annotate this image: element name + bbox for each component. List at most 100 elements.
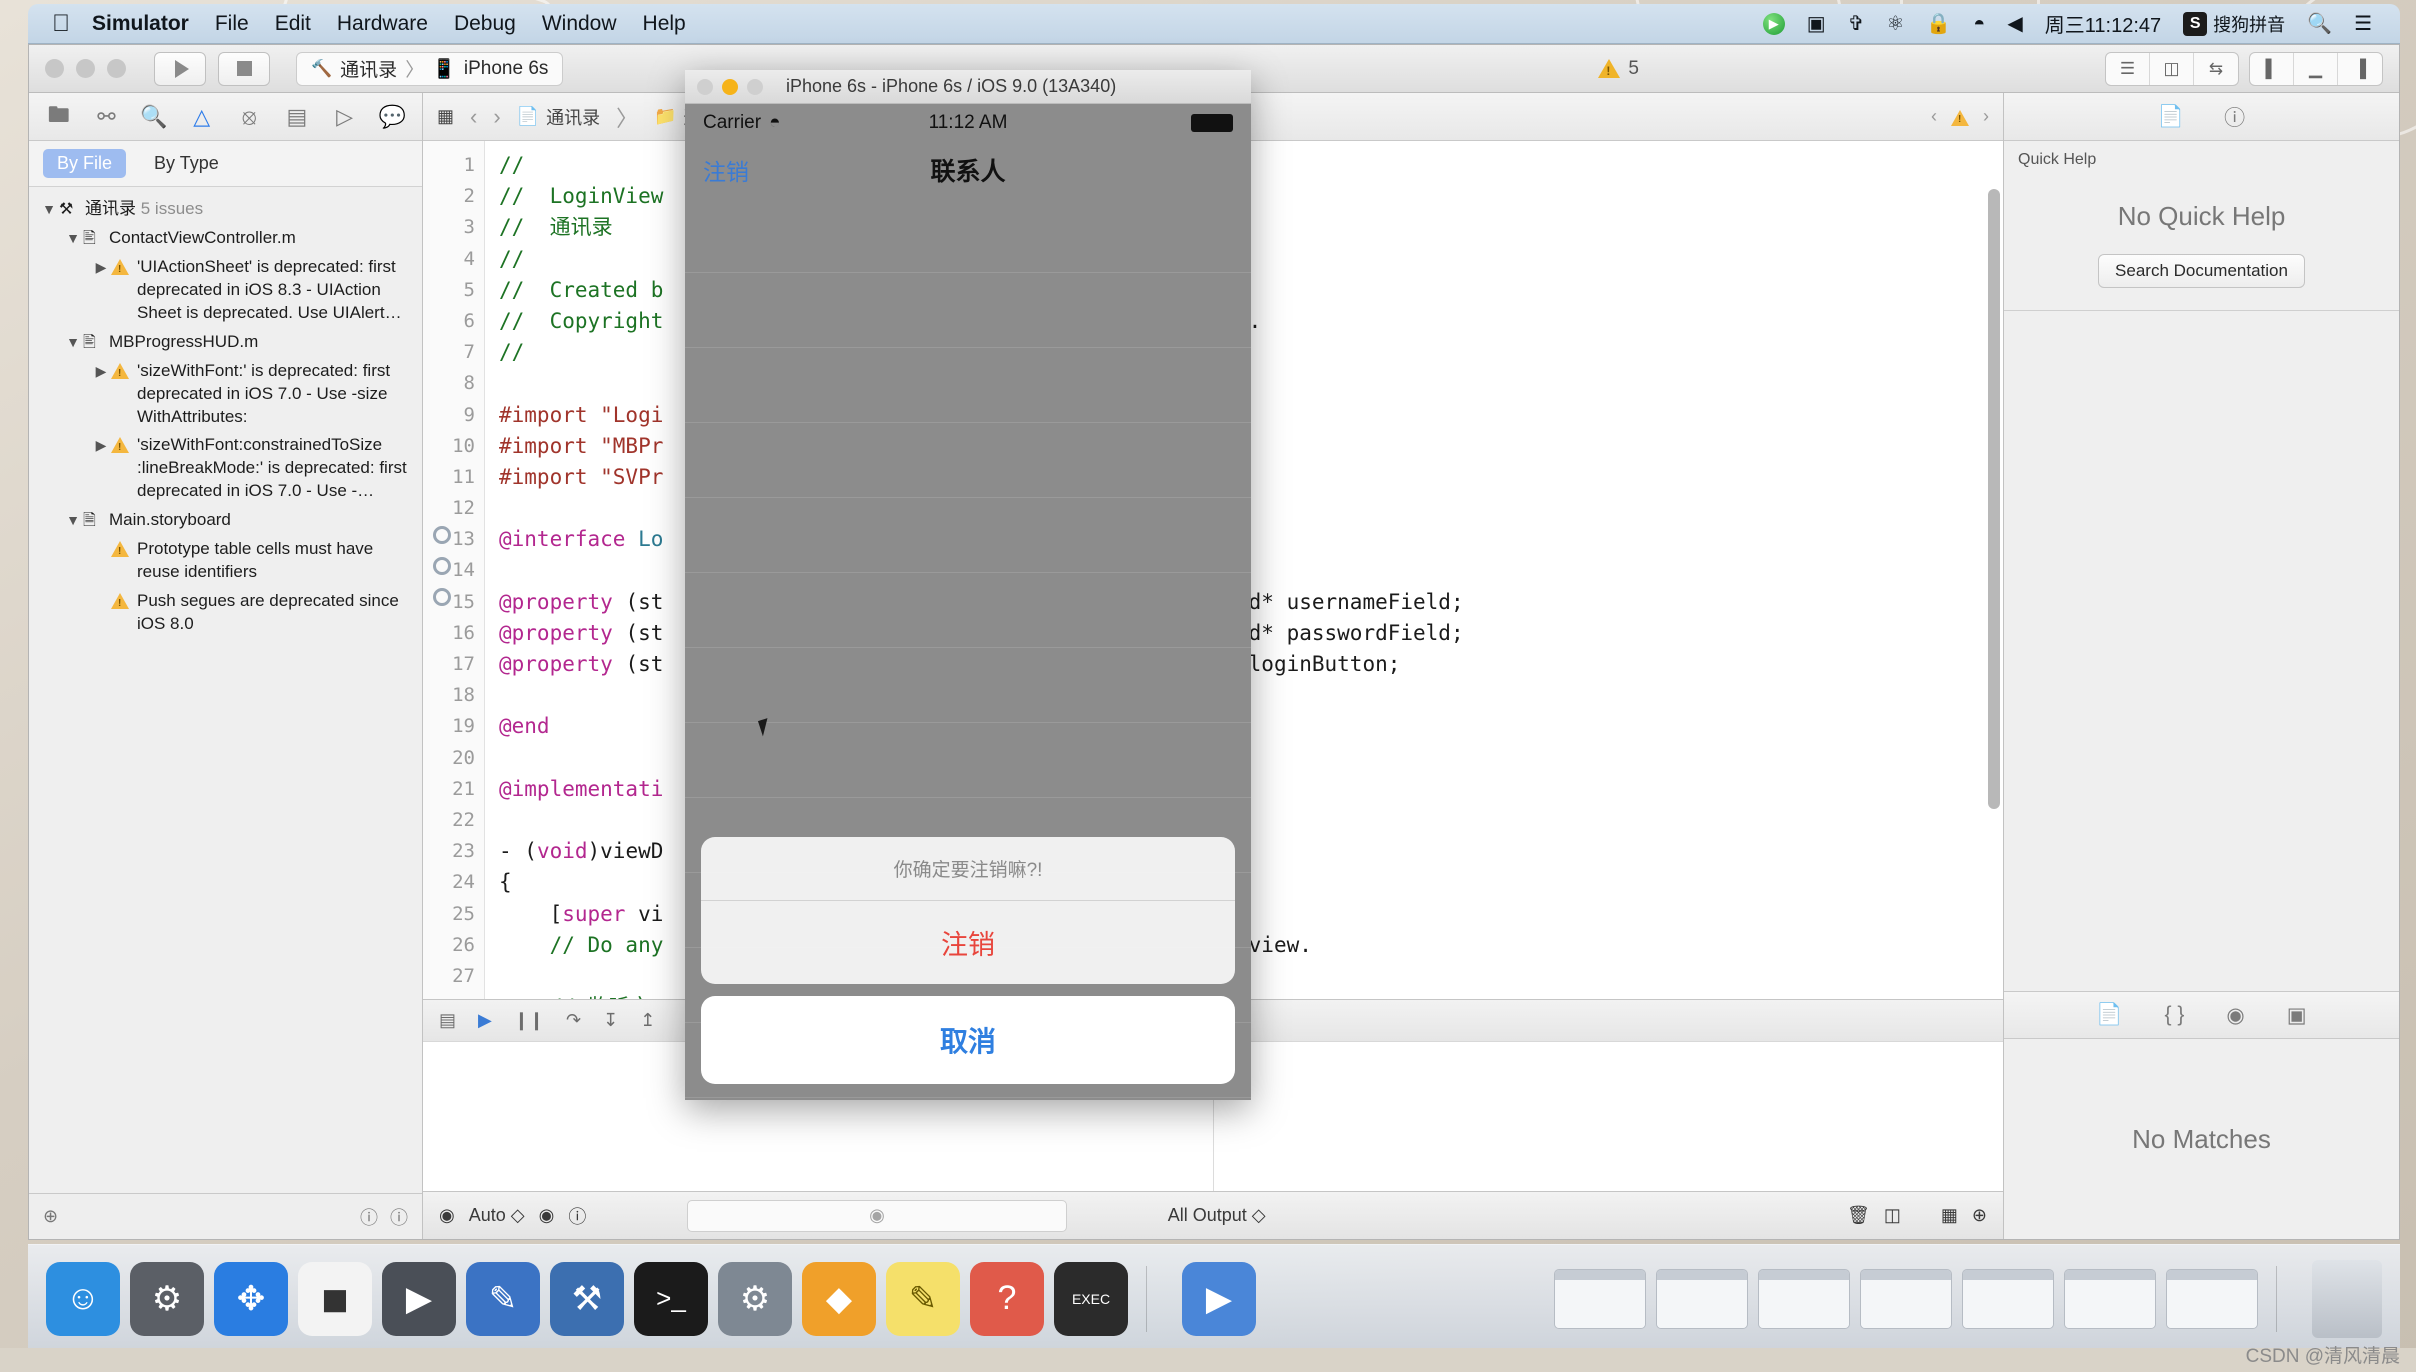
find-navigator-tab[interactable]: 🔍 [130,97,178,137]
media-library-icon[interactable]: ▣ [2287,1003,2307,1028]
input-method-indicator[interactable]: S 搜狗拼音 [2183,11,2285,37]
pause-icon[interactable]: ❙❙ [514,1010,544,1031]
action-sheet-cancel-button[interactable]: 取消 [701,996,1235,1084]
minimized-window[interactable] [1860,1268,1952,1329]
table-row[interactable] [685,723,1251,798]
notes-icon[interactable]: ✎ [886,1261,960,1336]
table-row[interactable] [685,573,1251,648]
hide-debug-area-icon[interactable]: ▤ [439,1010,456,1031]
action-sheet-destructive-button[interactable]: 注销 [701,901,1235,984]
exec-app-icon[interactable]: EXEC [1054,1261,1128,1336]
filter-level-icon[interactable]: ⓘ [360,1204,378,1230]
safari-icon[interactable]: ✥ [214,1261,288,1336]
split-panel-icon[interactable]: ◫ [1884,1205,1901,1226]
disclosure-triangle-icon[interactable]: ▶ [91,256,111,277]
volume-icon[interactable]: ◀ [2007,14,2022,34]
eye-icon[interactable]: ◉ [539,1205,555,1226]
filter-by-file-button[interactable]: By File [43,149,127,178]
menu-hardware[interactable]: Hardware [337,12,428,36]
issue-file-contactviewcontroller[interactable]: ▼ 🖹 ContactViewController.m [29,224,422,253]
notification-center-icon[interactable]: ☰ [2354,14,2372,34]
view-toggle-segment[interactable]: ▌ ▁ ▐ [2249,51,2383,86]
debug-navigator-tab[interactable]: ▤ [273,97,321,137]
menu-edit[interactable]: Edit [275,12,311,36]
apple-logo-icon[interactable]:  [52,11,70,36]
menu-simulator[interactable]: Simulator [92,12,189,36]
forward-button[interactable]: › [493,104,500,130]
previous-issue-button[interactable]: ‹ [1931,106,1937,127]
minimized-window[interactable] [1656,1268,1748,1329]
scheme-selector[interactable]: 🔨 通讯录 〉 📱 iPhone 6s [296,51,564,86]
debug-bottom-bar[interactable]: ◉ Auto ◇ ◉ ⓘ ◉ All Output ◇ 🗑 ◫ ▦ ⊕ [423,1191,2003,1239]
simulator-icon[interactable]: ▶ [1182,1261,1256,1336]
trash-icon[interactable] [2312,1259,2382,1338]
dock[interactable]: ☺ ⚙ ✥ ◼ ▶ ✎ ⚒ >_ ⚙ ◆ ✎ ? EXEC ▶ [28,1244,2400,1352]
code-snippet-library-icon[interactable]: { } [2165,1003,2185,1027]
step-into-icon[interactable]: ↧ [603,1010,618,1031]
filter-by-type-button[interactable]: By Type [140,149,233,178]
next-issue-button[interactable]: › [1983,106,1989,127]
assistant-editor-icon[interactable]: ◫ [2150,52,2194,85]
issue-tree[interactable]: ▼ ⚒ 通讯录 5 issues ▼ 🖹 ContactViewControll… [29,187,422,1193]
debug-console-view[interactable] [1214,1042,2004,1191]
step-out-icon[interactable]: ↥ [640,1010,655,1031]
disclosure-triangle-icon[interactable]: ▼ [63,331,83,352]
disclosure-triangle-icon[interactable]: ▶ [91,360,111,381]
table-row[interactable] [685,423,1251,498]
question-app-icon[interactable]: ? [970,1261,1044,1336]
menu-bar-clock[interactable]: 周三11:12:47 [2045,9,2161,38]
simulator-title-bar[interactable]: iPhone 6s - iPhone 6s / iOS 9.0 (13A340) [685,70,1251,104]
table-row[interactable] [685,498,1251,573]
related-items-icon[interactable]: ▦ [437,106,454,127]
navigator-bottom-bar[interactable]: ⊕ ⓘ ⓘ [29,1193,422,1239]
menu-window[interactable]: Window [542,12,617,36]
quick-help-icon[interactable]: ⓘ [2224,102,2245,132]
bluetooth-icon[interactable]: ⚛ [1886,14,1904,34]
minimized-window[interactable] [1554,1268,1646,1329]
minimized-window[interactable] [2064,1268,2156,1329]
navigator-tab-bar[interactable]: 🖿 ⚯ 🔍 △ ⦻ ▤ ▷ 💬 [29,93,422,141]
system-preferences-icon[interactable]: ⚙ [718,1261,792,1336]
auto-scope-selector[interactable]: Auto ◇ [469,1205,525,1226]
disclosure-triangle-icon[interactable]: ▼ [63,509,83,530]
trash-icon[interactable]: 🗑 [1847,1205,1870,1226]
test-navigator-tab[interactable]: ⦻ [226,97,274,137]
screen-record-icon[interactable]: ▶ [1762,12,1785,35]
menu-debug[interactable]: Debug [454,12,516,36]
video-camera-icon[interactable]: ▣ [1807,14,1826,34]
zoom-button[interactable] [747,78,763,95]
standard-editor-icon[interactable]: ☰ [2106,52,2150,85]
search-documentation-button[interactable]: Search Documentation [2098,254,2305,288]
step-over-icon[interactable]: ↷ [566,1010,581,1031]
sketchbook-icon[interactable]: ✎ [466,1261,540,1336]
disclosure-triangle-icon[interactable]: ▶ [91,434,111,455]
report-navigator-tab[interactable]: 💬 [368,97,416,137]
filter-scope-icon[interactable]: ◉ [439,1205,455,1226]
issue-file-mbprogresshud[interactable]: ▼ 🖹 MBProgressHUD.m [29,328,422,357]
close-button[interactable] [45,59,64,78]
table-row[interactable] [685,348,1251,423]
wifi-icon[interactable]: ◓ [1973,14,1985,34]
info-icon[interactable]: ⓘ [568,1203,586,1229]
disclosure-triangle-icon[interactable]: ▼ [63,227,83,248]
issue-file-mainstoryboard[interactable]: ▼ 🗎 Main.storyboard [29,506,422,535]
quicktime-icon[interactable]: ▶ [382,1261,456,1336]
minimize-button[interactable] [722,78,738,95]
issue-group-project[interactable]: ▼ ⚒ 通讯录 5 issues [29,195,422,224]
breakpoint-marker[interactable] [433,588,451,606]
close-button[interactable] [697,78,713,95]
simulator-screen[interactable]: Carrier ◓ 11:12 AM 注销 联系人 你确定要注销嘛?! 注销 取… [685,104,1251,1100]
run-button[interactable] [154,51,206,86]
dock-minimized-windows[interactable] [1554,1259,2382,1338]
breadcrumb-project[interactable]: 📄 通讯录 [517,104,600,130]
minimize-button[interactable] [76,59,95,78]
mouse-app-icon[interactable]: ◼ [298,1261,372,1336]
grid-icon[interactable]: ▦ [1941,1205,1958,1226]
issue-item[interactable]: ▶ 'UIActionSheet' is deprecated: first d… [29,253,422,328]
object-library-icon[interactable]: ◉ [2226,1003,2244,1028]
minimized-window[interactable] [1962,1268,2054,1329]
search-icon[interactable]: 🔍 [2307,14,2332,34]
variables-filter-input[interactable]: ◉ [687,1199,1068,1232]
sketch-icon[interactable]: ◆ [802,1261,876,1336]
toggle-navigator-icon[interactable]: ▌ [2250,52,2294,85]
